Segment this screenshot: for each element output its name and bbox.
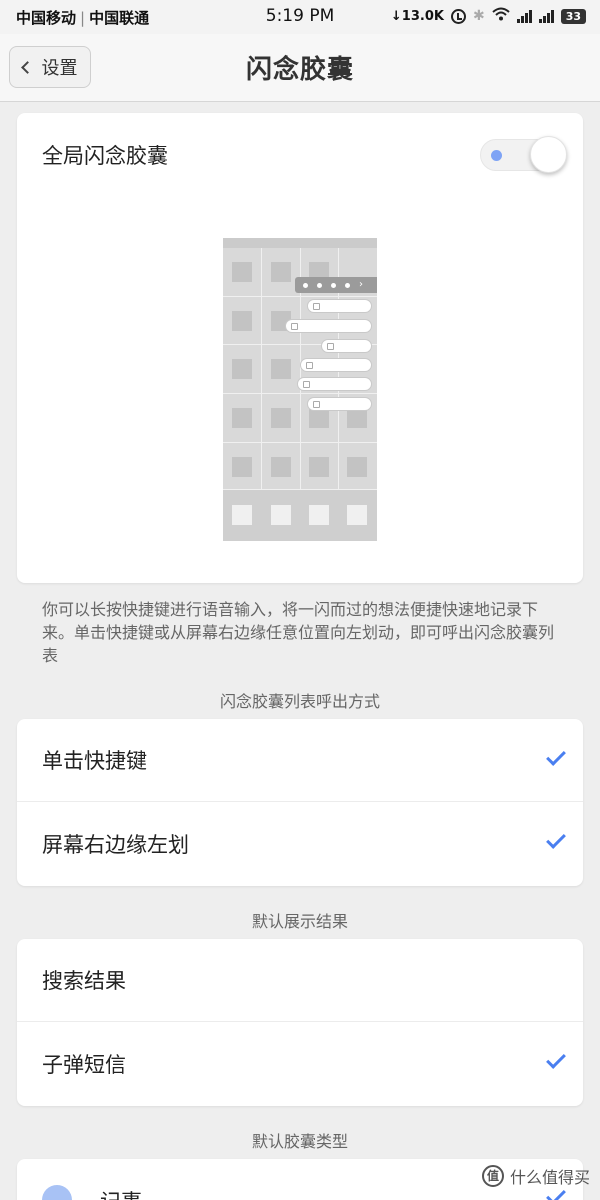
network-speed: ↓13.0K bbox=[390, 8, 444, 24]
option-single-tap[interactable]: 单击快捷键 bbox=[17, 719, 583, 802]
signal-icon-2 bbox=[538, 9, 554, 23]
capsule-handle: › bbox=[295, 277, 377, 293]
page-title: 闪念胶囊 bbox=[245, 55, 354, 85]
check-icon bbox=[546, 746, 566, 766]
status-icons: ↓13.0K ✱ 33 bbox=[391, 7, 586, 25]
wifi-icon bbox=[492, 7, 510, 25]
bluetooth-icon: ✱ bbox=[472, 8, 485, 24]
section-title-invoke: 闪念胶囊列表呼出方式 bbox=[219, 692, 380, 711]
option-note[interactable]: 记事 bbox=[100, 1186, 142, 1200]
watermark-text: 什么值得买 bbox=[509, 1168, 590, 1187]
option-label: 子弹短信 bbox=[42, 1052, 126, 1077]
section-title-type: 默认胶囊类型 bbox=[251, 1132, 348, 1151]
global-toggle-switch[interactable] bbox=[480, 136, 567, 174]
signal-icon-1 bbox=[516, 9, 532, 23]
watermark-logo: 值 bbox=[481, 1165, 504, 1187]
option-label: 单击快捷键 bbox=[42, 749, 147, 773]
battery-icon: 33 bbox=[560, 8, 586, 24]
feature-description: 你可以长按快捷键进行语音输入，将一闪而过的想法便捷快速地记录下来。单击快捷键或从… bbox=[42, 600, 555, 665]
app-header: 设置 闪念胶囊 bbox=[0, 34, 600, 102]
option-label: 屏幕右边缘左划 bbox=[42, 832, 189, 857]
capsule-illustration: › bbox=[223, 238, 377, 541]
check-icon bbox=[546, 829, 566, 849]
option-label: 搜索结果 bbox=[42, 969, 126, 993]
check-icon bbox=[546, 1049, 566, 1069]
invoke-method-card: 单击快捷键 屏幕右边缘左划 bbox=[17, 719, 583, 886]
global-toggle-label: 全局闪念胶囊 bbox=[42, 143, 168, 168]
watermark: 值 什么值得买 bbox=[481, 1164, 590, 1188]
option-bullet-message[interactable]: 子弹短信 bbox=[17, 1022, 583, 1105]
alarm-icon bbox=[450, 8, 466, 24]
global-toggle-row[interactable]: 全局闪念胶囊 bbox=[17, 113, 583, 196]
option-edge-swipe[interactable]: 屏幕右边缘左划 bbox=[17, 802, 583, 885]
default-result-card: 搜索结果 子弹短信 bbox=[17, 939, 583, 1106]
section-title-result: 默认展示结果 bbox=[251, 912, 348, 931]
status-bar: 中国移动 | 中国联通 5:19 PM ↓13.0K ✱ 33 bbox=[0, 0, 600, 34]
option-search-results[interactable]: 搜索结果 bbox=[17, 939, 583, 1022]
